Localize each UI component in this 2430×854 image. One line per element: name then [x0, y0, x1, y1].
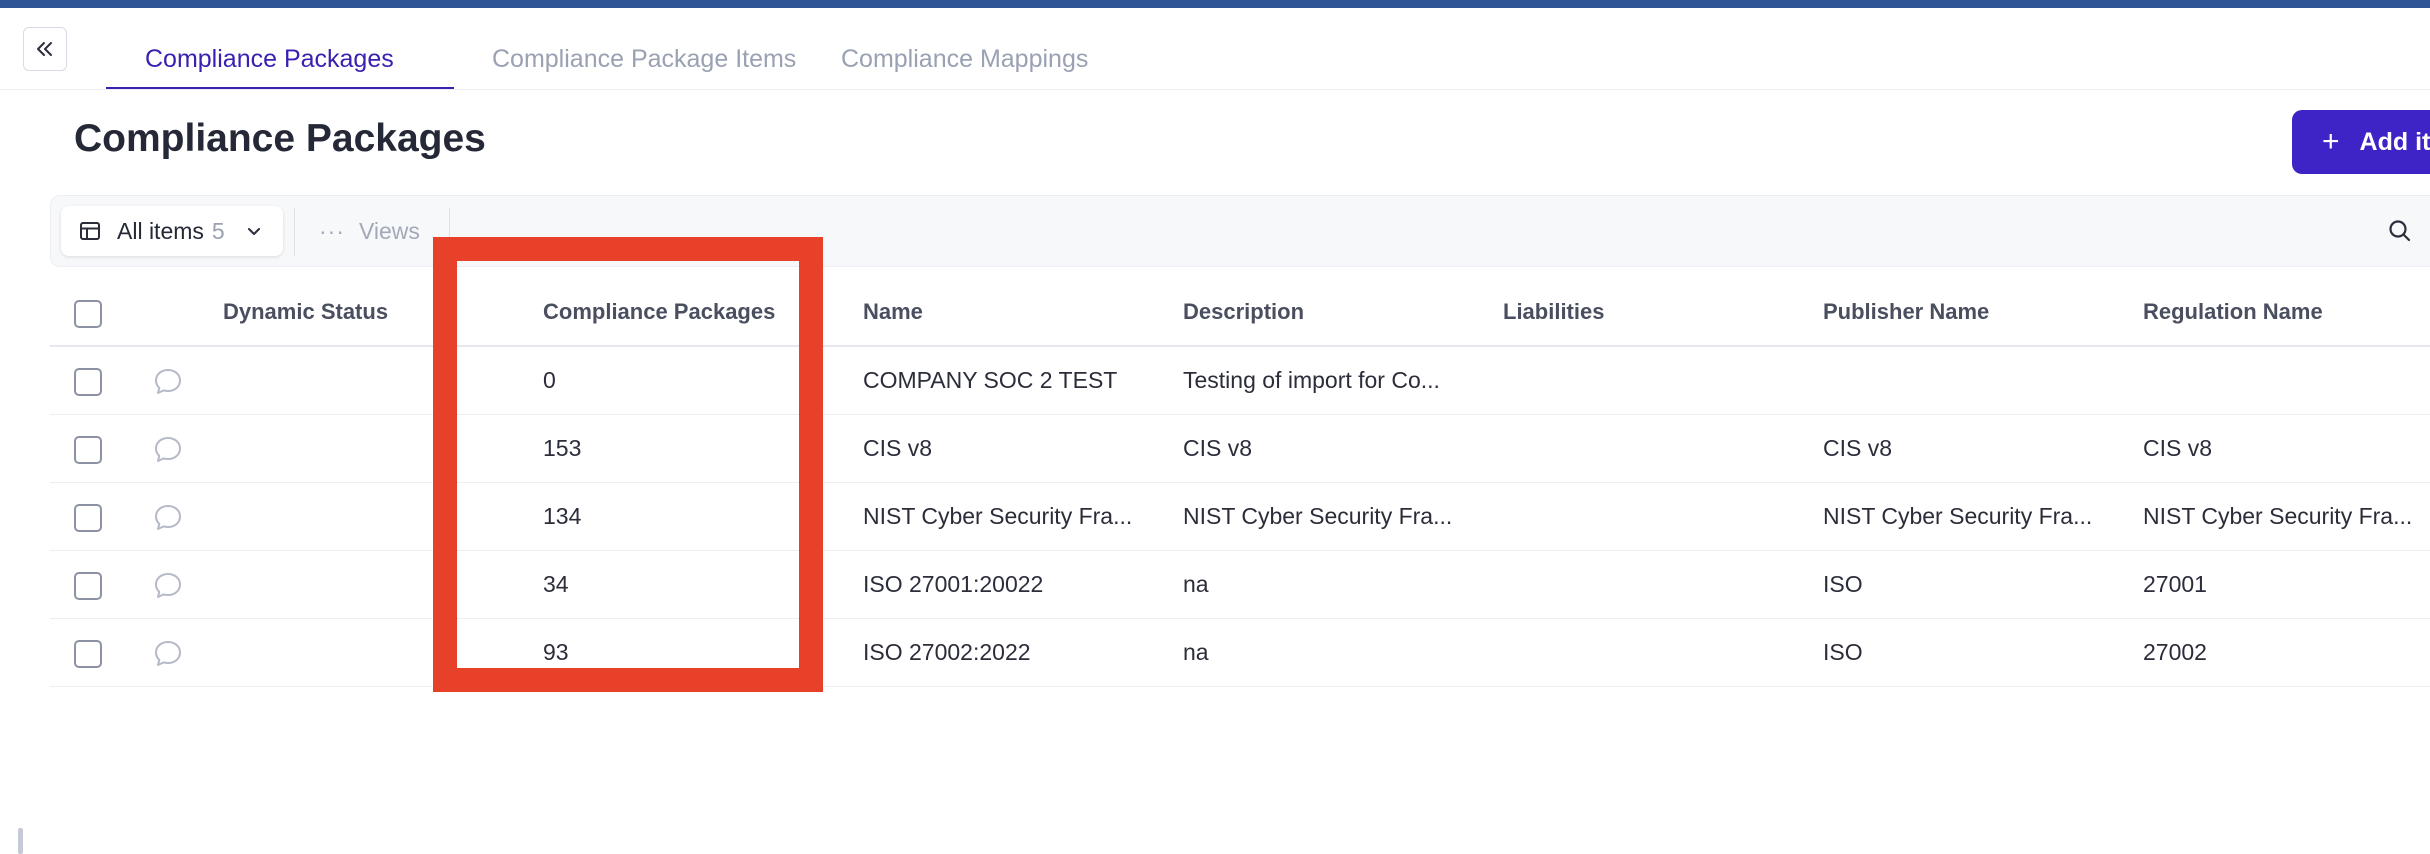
chevron-down-icon: [247, 228, 260, 235]
scrollbar-handle[interactable]: [18, 828, 23, 854]
row-checkbox[interactable]: [74, 572, 102, 600]
table-toolbar: All items 5 ··· Views: [50, 195, 2430, 267]
page-title: Compliance Packages: [74, 117, 486, 160]
highlight-annotation-box: [433, 237, 823, 692]
view-label: All items: [117, 217, 204, 244]
comment-icon[interactable]: [152, 638, 184, 670]
column-header-description[interactable]: Description: [1183, 279, 1483, 345]
cell-description: na: [1183, 639, 1209, 665]
search-icon[interactable]: [2387, 218, 2413, 244]
compliance-packages-table: Dynamic Status Compliance Packages Name …: [50, 279, 2430, 687]
add-item-label: Add ite: [2359, 127, 2430, 156]
views-menu[interactable]: ··· Views: [319, 218, 420, 245]
comment-icon[interactable]: [152, 434, 184, 466]
row-checkbox[interactable]: [74, 368, 102, 396]
tab-compliance-packages[interactable]: Compliance Packages: [106, 28, 454, 90]
cell-publisher-name: CIS v8: [1823, 435, 1893, 461]
cell-publisher-name: ISO: [1823, 571, 1863, 597]
plus-icon: +: [2322, 125, 2340, 158]
cell-regulation-name: 27002: [2143, 639, 2207, 665]
select-all-checkbox[interactable]: [74, 300, 102, 328]
view-count: 5: [211, 217, 225, 244]
cell-liabilities: [1503, 619, 1803, 686]
table-row[interactable]: 34 ISO 27001:20022 na ISO 27001: [50, 551, 2430, 619]
cell-regulation-name: NIST Cyber Security Fra...: [2143, 503, 2413, 529]
cell-description: CIS v8: [1183, 435, 1253, 461]
cell-description: na: [1183, 571, 1209, 597]
cell-name: CIS v8: [863, 435, 933, 461]
collapse-sidebar-button[interactable]: [23, 27, 67, 71]
tab-bar: Compliance Packages Compliance Package I…: [106, 28, 1141, 90]
add-item-button[interactable]: + Add ite: [2292, 110, 2430, 174]
views-label: Views: [358, 218, 420, 244]
column-header-liabilities[interactable]: Liabilities: [1503, 279, 1803, 345]
cell-name: COMPANY SOC 2 TEST: [863, 367, 1118, 393]
cell-publisher-name: NIST Cyber Security Fra...: [1823, 503, 2093, 529]
double-chevron-left-icon: [37, 42, 52, 56]
row-checkbox[interactable]: [74, 436, 102, 464]
cell-description: NIST Cyber Security Fra...: [1183, 503, 1453, 529]
more-dots-icon: ···: [319, 218, 345, 244]
cell-liabilities: [1503, 415, 1803, 482]
table-row[interactable]: 134 NIST Cyber Security Fra... NIST Cybe…: [50, 483, 2430, 551]
column-header-publisher-name[interactable]: Publisher Name: [1823, 279, 2123, 345]
cell-liabilities: [1503, 483, 1803, 550]
table-header: Dynamic Status Compliance Packages Name …: [50, 279, 2430, 347]
row-checkbox[interactable]: [74, 504, 102, 532]
column-header-regulation-name[interactable]: Regulation Name: [2143, 279, 2430, 345]
top-accent-bar: [0, 0, 2430, 8]
comment-icon[interactable]: [152, 502, 184, 534]
comment-icon[interactable]: [152, 366, 184, 398]
cell-publisher-name: [1823, 347, 2123, 414]
cell-regulation-name: [2143, 347, 2430, 414]
toolbar-divider: [294, 208, 295, 256]
comment-icon[interactable]: [152, 570, 184, 602]
table-icon: [80, 222, 100, 240]
cell-publisher-name: ISO: [1823, 639, 1863, 665]
tab-compliance-package-items[interactable]: Compliance Package Items: [454, 28, 841, 90]
cell-regulation-name: 27001: [2143, 571, 2207, 597]
table-row[interactable]: 153 CIS v8 CIS v8 CIS v8 CIS v8: [50, 415, 2430, 483]
tab-divider: [0, 89, 2430, 90]
tab-compliance-mappings[interactable]: Compliance Mappings: [841, 28, 1141, 90]
row-checkbox[interactable]: [74, 640, 102, 668]
cell-name: ISO 27002:2022: [863, 639, 1031, 665]
cell-name: ISO 27001:20022: [863, 571, 1044, 597]
column-header-name[interactable]: Name: [863, 279, 1163, 345]
table-row[interactable]: 93 ISO 27002:2022 na ISO 27002: [50, 619, 2430, 687]
cell-liabilities: [1503, 347, 1803, 414]
view-selector[interactable]: All items 5: [61, 206, 283, 256]
cell-regulation-name: CIS v8: [2143, 435, 2213, 461]
cell-description: Testing of import for Co...: [1183, 367, 1440, 393]
cell-name: NIST Cyber Security Fra...: [863, 503, 1133, 529]
table-row[interactable]: 0 COMPANY SOC 2 TEST Testing of import f…: [50, 347, 2430, 415]
cell-liabilities: [1503, 551, 1803, 618]
